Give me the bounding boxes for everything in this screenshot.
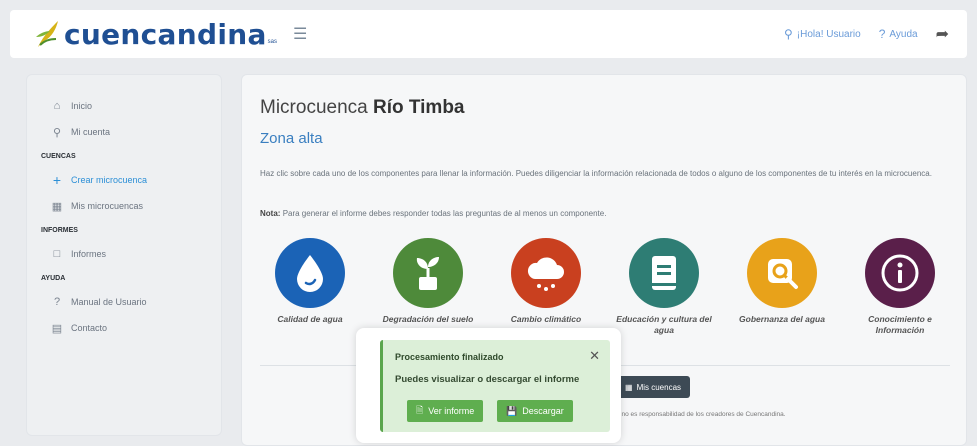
page-title: Microcuenca Río Timba: [260, 97, 465, 119]
title-name: Río Timba: [373, 97, 465, 118]
save-icon: 💾: [506, 405, 518, 416]
sidebar-item-manual[interactable]: ? Manual de Usuario: [27, 289, 221, 315]
hamburger-menu-icon[interactable]: ☰: [293, 24, 307, 44]
note-label: Nota:: [260, 209, 281, 218]
component-degradacion-suelo[interactable]: Degradación del suelo: [378, 238, 478, 325]
plant-icon: [416, 257, 439, 290]
sidebar-item-label: Informes: [71, 249, 107, 259]
component-circle: [511, 238, 581, 308]
view-report-label: Ver informe: [428, 406, 475, 416]
sidebar-item-label: Manual de Usuario: [71, 297, 147, 307]
footer-note: stema no es responsabilidad de los cread…: [602, 411, 786, 418]
component-label: Gobernanza del agua: [739, 314, 825, 324]
top-navbar: cuencandina sas ☰ ⚲ ¡Hola! Usuario ? Ayu…: [10, 10, 967, 58]
document-icon: 🗎: [416, 405, 424, 415]
component-cambio-climatico[interactable]: Cambio climático: [496, 238, 596, 325]
leaf-logo-icon: [36, 21, 58, 47]
my-basins-button[interactable]: ▦ Mis cuencas: [616, 376, 691, 398]
notification-toast: Procesamiento finalizado ✕ Puedes visual…: [380, 340, 610, 432]
component-educacion-cultura[interactable]: Educación y cultura del agua: [614, 238, 714, 336]
sidebar-item-label: Crear microcuenca: [71, 175, 148, 185]
sidebar-item-label: Contacto: [71, 323, 108, 333]
note-text: Nota: Para generar el informe debes resp…: [260, 209, 606, 218]
sidebar-item-mi-cuenta[interactable]: ⚲ Mi cuenta: [27, 119, 221, 145]
toast-message: Puedes visualizar o descargar el informe: [395, 374, 580, 385]
water-drop-icon: [297, 255, 323, 292]
user-greeting-label: ¡Hola! Usuario: [796, 28, 861, 40]
card-icon: ▤: [51, 322, 63, 335]
sidebar-section-cuencas: CUENCAS: [41, 152, 76, 160]
cloud-rain-icon: [527, 257, 564, 291]
component-label: Cambio climático: [510, 314, 582, 324]
sidebar-section-ayuda: AYUDA: [41, 274, 66, 282]
view-report-button[interactable]: 🗎 Ver informe: [407, 400, 484, 422]
sidebar-item-label: Mi cuenta: [71, 127, 111, 137]
instructions-text: Haz clic sobre cada uno de los component…: [260, 169, 932, 178]
page-subtitle: Zona alta: [260, 130, 323, 147]
component-gobernanza-agua[interactable]: Gobernanza del agua: [732, 238, 832, 325]
database-icon: ▦: [625, 382, 633, 392]
component-circle: [747, 238, 817, 308]
component-label: Degradación del suelo: [382, 314, 474, 324]
book-icon: [652, 256, 676, 290]
logo-text: cuencandina: [64, 17, 267, 51]
sidebar-item-contacto[interactable]: ▤ Contacto: [27, 315, 221, 341]
sidebar: ⌂ Inicio ⚲ Mi cuenta CUENCAS + Crear mic…: [26, 74, 222, 436]
database-icon: ▦: [51, 200, 63, 213]
sidebar-item-mis-microcuencas[interactable]: ▦ Mis microcuencas: [27, 193, 221, 219]
download-button[interactable]: 💾 Descargar: [497, 400, 573, 422]
question-icon: ?: [53, 296, 61, 308]
help-label: Ayuda: [889, 28, 918, 40]
plus-icon: +: [52, 172, 62, 188]
component-conocimiento-informacion[interactable]: Conocimiento e Información: [850, 238, 950, 336]
component-circle: [629, 238, 699, 308]
magnifier-icon: [768, 259, 798, 289]
component-circle: [275, 238, 345, 308]
note-body: Para generar el informe debes responder …: [282, 209, 607, 218]
download-label: Descargar: [522, 406, 564, 416]
toast-title: Procesamiento finalizado: [395, 352, 504, 362]
component-label: Conocimiento e Información: [868, 314, 932, 335]
component-label: Calidad de agua: [277, 314, 343, 324]
close-icon[interactable]: ✕: [589, 348, 600, 364]
sidebar-item-inicio[interactable]: ⌂ Inicio: [27, 93, 221, 119]
component-calidad-agua[interactable]: Calidad de agua: [260, 238, 360, 325]
sidebar-item-crear-microcuenca[interactable]: + Crear microcuenca: [27, 167, 221, 193]
question-icon: ?: [878, 27, 886, 41]
component-circle: [393, 238, 463, 308]
folder-icon: □: [53, 248, 61, 260]
logout-icon[interactable]: ➦: [936, 24, 949, 44]
sidebar-item-label: Inicio: [71, 101, 93, 111]
title-prefix: Microcuenca: [260, 97, 368, 118]
info-icon: [881, 254, 919, 292]
component-label: Educación y cultura del agua: [616, 314, 712, 335]
help-link[interactable]: ? Ayuda: [879, 27, 918, 41]
user-icon: ⚲: [784, 27, 793, 41]
user-icon: ⚲: [52, 126, 62, 139]
sidebar-item-label: Mis microcuencas: [71, 201, 144, 211]
sidebar-item-informes[interactable]: □ Informes: [27, 241, 221, 267]
home-icon: ⌂: [53, 100, 61, 112]
user-greeting-link[interactable]: ⚲ ¡Hola! Usuario: [784, 27, 861, 41]
logo-suffix: sas: [267, 39, 277, 45]
my-basins-label: Mis cuencas: [636, 382, 682, 392]
component-circle: [865, 238, 935, 308]
brand-logo[interactable]: cuencandina sas: [34, 18, 277, 51]
sidebar-section-informes: INFORMES: [41, 226, 78, 234]
